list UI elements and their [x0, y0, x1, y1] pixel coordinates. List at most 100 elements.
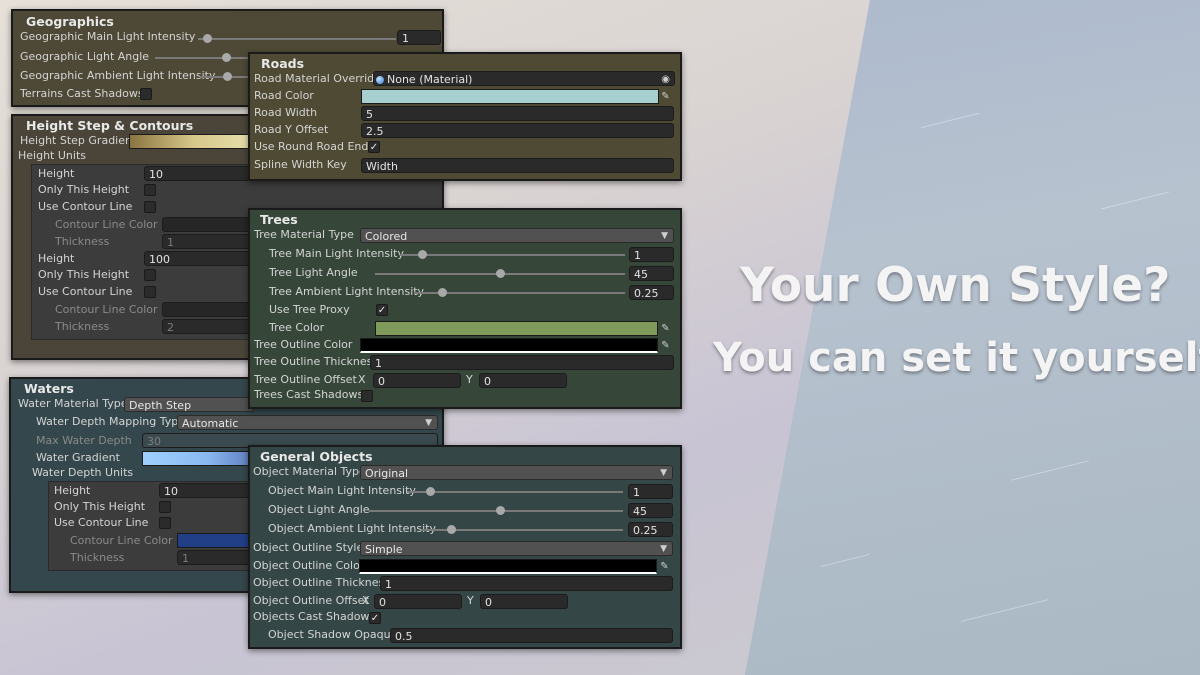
slider-knob[interactable] — [496, 506, 505, 515]
geographic-main-light-slider[interactable] — [198, 38, 396, 40]
dropdown-value: Automatic — [182, 417, 239, 430]
object-picker-icon[interactable]: ◉ — [661, 72, 670, 87]
thickness-field[interactable]: 2 — [162, 319, 254, 334]
slider-knob[interactable] — [223, 72, 232, 81]
tree-outline-thickness-field[interactable]: 1 — [370, 355, 674, 370]
object-light-angle-field[interactable]: 45 — [628, 503, 673, 518]
tree-main-light-field[interactable]: 1 — [629, 247, 674, 262]
thickness-label: Thickness — [55, 320, 110, 333]
road-y-offset-label: Road Y Offset — [254, 123, 329, 136]
eyedropper-icon[interactable]: ✎ — [657, 559, 672, 574]
height-value-field[interactable]: 10 — [144, 166, 254, 181]
eyedropper-icon[interactable]: ✎ — [658, 338, 673, 353]
spline-width-key-field[interactable]: Width — [361, 158, 674, 173]
slider-knob[interactable] — [447, 525, 456, 534]
dropdown-value: Simple — [365, 543, 403, 556]
slider-knob[interactable] — [222, 53, 231, 62]
height-value-field[interactable]: 100 — [144, 251, 254, 266]
object-outline-thickness-label: Object Outline Thickness — [253, 576, 390, 589]
geographic-main-light-label: Geographic Main Light Intensity — [20, 30, 196, 43]
max-water-depth-label: Max Water Depth — [36, 434, 132, 447]
headline-line-1: Your Own Style? — [740, 258, 1171, 313]
trees-shadows-label: Trees Cast Shadows — [254, 388, 364, 401]
use-contour-label: Use Contour Line — [38, 200, 133, 213]
only-this-height-checkbox[interactable] — [144, 269, 156, 281]
panel-title: Trees — [260, 212, 298, 227]
water-depth-units-label: Water Depth Units — [32, 466, 134, 479]
road-material-value: None (Material) — [387, 73, 473, 86]
slider-knob[interactable] — [418, 250, 427, 259]
object-outline-color-swatch[interactable] — [359, 559, 657, 574]
panel-title: Roads — [261, 56, 305, 71]
object-main-light-label: Object Main Light Intensity — [268, 484, 416, 497]
tree-outline-color-label: Tree Outline Color — [254, 338, 353, 351]
headline-line-2: You can set it yourself — [713, 335, 1200, 381]
contour-color-label: Contour Line Color — [55, 218, 158, 231]
contour-color-label: Contour Line Color — [55, 303, 158, 316]
tree-material-type-label: Tree Material Type — [254, 228, 354, 241]
only-this-height-checkbox[interactable] — [159, 501, 171, 513]
object-outline-style-dropdown[interactable]: Simple ▼ — [360, 541, 673, 556]
tree-ambient-field[interactable]: 0.25 — [629, 285, 674, 300]
water-material-type-dropdown[interactable]: Depth Step — [124, 397, 254, 412]
contour-color-swatch[interactable] — [162, 302, 254, 317]
slider-knob[interactable] — [496, 269, 505, 278]
eyedropper-icon[interactable]: ✎ — [658, 89, 673, 104]
geographic-main-light-field[interactable]: 1 — [397, 30, 441, 45]
terrains-shadows-checkbox[interactable] — [140, 88, 152, 100]
eyedropper-icon[interactable]: ✎ — [658, 321, 673, 336]
height-value-field[interactable]: 10 — [159, 483, 252, 498]
object-outline-offset-y[interactable]: 0 — [480, 594, 568, 609]
road-y-offset-field[interactable]: 2.5 — [361, 123, 674, 138]
water-depth-mapping-dropdown[interactable]: Automatic ▼ — [177, 415, 438, 430]
height-label: Height — [38, 167, 75, 180]
tree-color-swatch[interactable] — [375, 321, 658, 336]
slider-knob[interactable] — [203, 34, 212, 43]
tree-outline-offset-y[interactable]: 0 — [479, 373, 567, 388]
object-main-light-field[interactable]: 1 — [628, 484, 673, 499]
water-gradient-swatch[interactable] — [142, 451, 252, 466]
trees-shadows-checkbox[interactable] — [361, 390, 373, 402]
road-material-field[interactable]: None (Material) ◉ — [373, 71, 675, 86]
object-outline-thickness-field[interactable]: 1 — [380, 576, 673, 591]
tree-outline-offset-x[interactable]: 0 — [373, 373, 461, 388]
tree-material-type-dropdown[interactable]: Colored ▼ — [360, 228, 674, 243]
only-this-height-label: Only This Height — [54, 500, 146, 513]
tree-outline-offset-label: Tree Outline Offset — [254, 373, 357, 386]
objects-shadows-checkbox[interactable]: ✓ — [369, 612, 381, 624]
use-contour-checkbox[interactable] — [144, 286, 156, 298]
object-outline-offset-x[interactable]: 0 — [374, 594, 462, 609]
object-ambient-field[interactable]: 0.25 — [628, 522, 673, 537]
object-shadow-opaque-field[interactable]: 0.5 — [390, 628, 673, 643]
tree-light-angle-field[interactable]: 45 — [629, 266, 674, 281]
road-width-field[interactable]: 5 — [361, 106, 674, 121]
tree-outline-thickness-label: Tree Outline Thickness — [254, 355, 379, 368]
use-contour-checkbox[interactable] — [144, 201, 156, 213]
dropdown-value: Colored — [365, 230, 408, 243]
height-label: Height — [54, 484, 91, 497]
panel-title: Waters — [24, 381, 74, 396]
contour-color-swatch[interactable] — [177, 533, 252, 548]
use-contour-label: Use Contour Line — [38, 285, 133, 298]
road-material-label: Road Material Override — [254, 72, 381, 85]
use-contour-checkbox[interactable] — [159, 517, 171, 529]
chevron-down-icon: ▼ — [661, 231, 668, 241]
slider-knob[interactable] — [438, 288, 447, 297]
tree-proxy-checkbox[interactable]: ✓ — [376, 304, 388, 316]
object-material-type-dropdown[interactable]: Original ▼ — [360, 465, 673, 480]
round-road-ends-checkbox[interactable]: ✓ — [368, 141, 380, 153]
contour-color-swatch[interactable] — [162, 217, 254, 232]
object-main-light-slider[interactable] — [407, 491, 623, 493]
height-label: Height — [38, 252, 75, 265]
thickness-field[interactable]: 1 — [162, 234, 254, 249]
y-label: Y — [467, 594, 474, 607]
height-gradient-swatch[interactable] — [129, 134, 259, 149]
slider-knob[interactable] — [426, 487, 435, 496]
tree-outline-color-swatch[interactable] — [360, 338, 658, 353]
road-color-swatch[interactable] — [361, 89, 659, 104]
only-this-height-label: Only This Height — [38, 183, 130, 196]
only-this-height-checkbox[interactable] — [144, 184, 156, 196]
tree-main-light-slider[interactable] — [400, 254, 625, 256]
tree-light-angle-label: Tree Light Angle — [269, 266, 358, 279]
thickness-field[interactable]: 1 — [177, 550, 252, 565]
